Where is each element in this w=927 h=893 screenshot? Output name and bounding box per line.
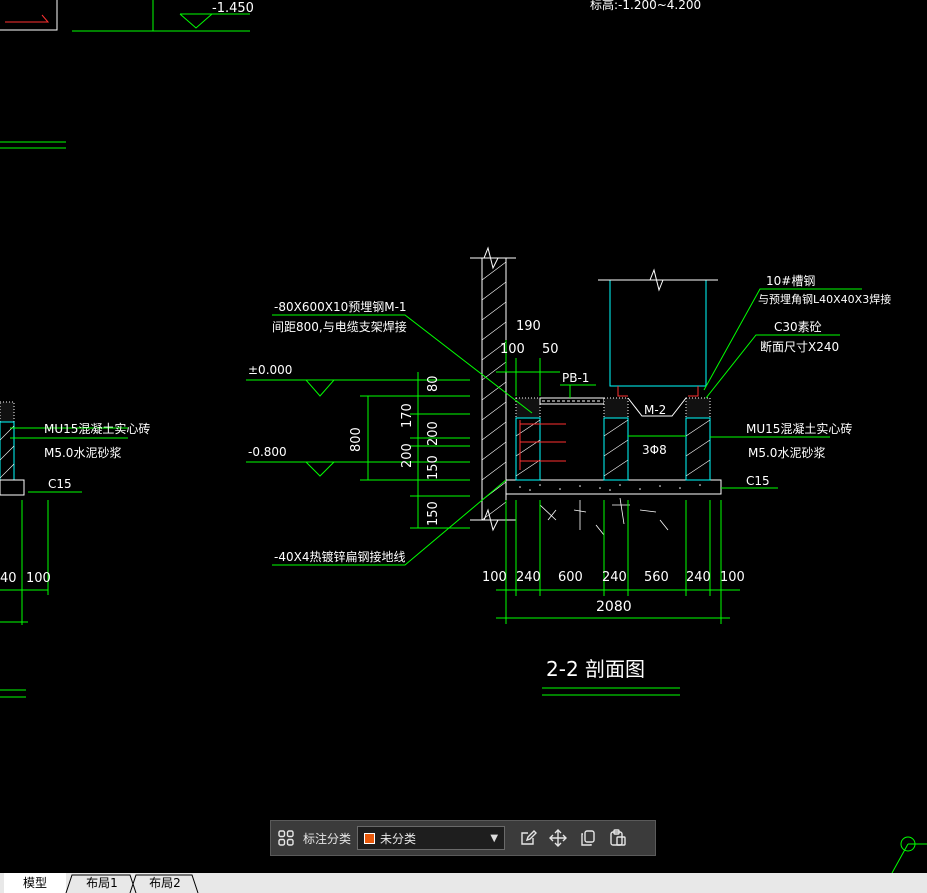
bottom-dim-6: 100 bbox=[720, 570, 745, 585]
cad-drawing-canvas[interactable]: -1.450 标高:-1.200~4.200 MU15混凝土实心砖 M5.0水泥… bbox=[0, 0, 927, 873]
move-icon[interactable] bbox=[543, 823, 573, 853]
level-minus-label: -0.800 bbox=[248, 445, 287, 459]
dim-v-4: 150 bbox=[426, 455, 441, 480]
annotation-toolbar: 标注分类 未分类 ▼ bbox=[270, 820, 656, 856]
bottom-dim-5: 240 bbox=[686, 570, 711, 585]
top-left-fragment: -1.450 标高:-1.200~4.200 bbox=[0, 0, 701, 698]
bottom-dim-3: 240 bbox=[602, 570, 627, 585]
left-dim-a: 40 bbox=[0, 571, 17, 586]
ucs-icon bbox=[891, 836, 927, 873]
total-width-dim: 2080 bbox=[596, 599, 632, 615]
tab-layout2[interactable]: 布局2 bbox=[136, 873, 194, 893]
concrete-label: C30素砼 bbox=[774, 320, 822, 334]
c15-label: C15 bbox=[746, 474, 770, 488]
category-swatch bbox=[364, 832, 376, 844]
left-brick-label: MU15混凝土实心砖 bbox=[44, 421, 150, 436]
concrete-note: 断面尺寸X240 bbox=[760, 339, 839, 354]
layout-tab-bar: 模型 布局1 布局2 bbox=[0, 873, 927, 893]
left-mortar-label: M5.0水泥砂浆 bbox=[44, 445, 121, 460]
dim-v-5: 150 bbox=[426, 501, 441, 526]
top-dim-2: 50 bbox=[542, 342, 559, 357]
bottom-dim-1: 240 bbox=[516, 570, 541, 585]
chevron-down-icon: ▼ bbox=[490, 832, 499, 844]
bottom-dim-2: 600 bbox=[558, 570, 583, 585]
tab-model[interactable]: 模型 bbox=[4, 873, 66, 893]
left-dim-b: 100 bbox=[26, 571, 51, 586]
bottom-dim-4: 560 bbox=[644, 570, 669, 585]
grid-icon[interactable] bbox=[271, 823, 301, 853]
dim-v-2: 200 bbox=[426, 421, 441, 446]
section-2-2: ±0.000 -0.800 800 80 170 200 200 150 150 bbox=[246, 246, 891, 696]
paste-icon[interactable] bbox=[603, 823, 633, 853]
top-level-label: -1.450 bbox=[212, 1, 254, 16]
category-label: 标注分类 bbox=[303, 831, 352, 846]
dim-total-height: 800 bbox=[349, 427, 364, 452]
m2-tag: M-2 bbox=[644, 403, 666, 417]
top-note: 标高:-1.200~4.200 bbox=[590, 0, 701, 12]
pb-tag: PB-1 bbox=[562, 371, 589, 385]
foundation-slab bbox=[505, 479, 722, 495]
copy-icon[interactable] bbox=[573, 823, 603, 853]
mortar-label: M5.0水泥砂浆 bbox=[748, 445, 825, 460]
section-title: 2-2 剖面图 bbox=[546, 657, 645, 681]
equipment-box bbox=[609, 279, 707, 387]
bottom-dim-0: 100 bbox=[482, 570, 507, 585]
plate-note: 间距800,与电缆支架焊接 bbox=[272, 319, 407, 334]
channel-note: 与预埋角钢L40X40X3焊接 bbox=[758, 292, 891, 306]
selected-category: 未分类 bbox=[380, 831, 417, 846]
level-zero-label: ±0.000 bbox=[248, 363, 292, 377]
vertical-dimensions bbox=[360, 372, 470, 529]
ground-wire-label: -40X4热镀锌扁钢接地线 bbox=[274, 549, 405, 564]
dim-v-0: 80 bbox=[426, 375, 441, 392]
brick-label: MU15混凝土实心砖 bbox=[746, 421, 852, 436]
dim-v-1: 170 bbox=[400, 403, 415, 428]
left-partial-section: MU15混凝土实心砖 M5.0水泥砂浆 C15 40 100 bbox=[0, 401, 150, 625]
plate-label: -80X600X10预埋钢M-1 bbox=[274, 300, 407, 314]
rebar-tag: 3Φ8 bbox=[642, 443, 667, 457]
channel-label: 10#槽钢 bbox=[766, 274, 815, 288]
top-dim-0: 190 bbox=[516, 319, 541, 334]
edit-icon[interactable] bbox=[513, 823, 543, 853]
left-c15-label: C15 bbox=[48, 477, 72, 491]
top-dim-1: 100 bbox=[500, 342, 525, 357]
wall-hatch bbox=[470, 246, 516, 532]
tab-layout1[interactable]: 布局1 bbox=[74, 873, 130, 893]
dim-v-3: 200 bbox=[400, 443, 415, 468]
category-select[interactable]: 未分类 ▼ bbox=[357, 826, 506, 850]
